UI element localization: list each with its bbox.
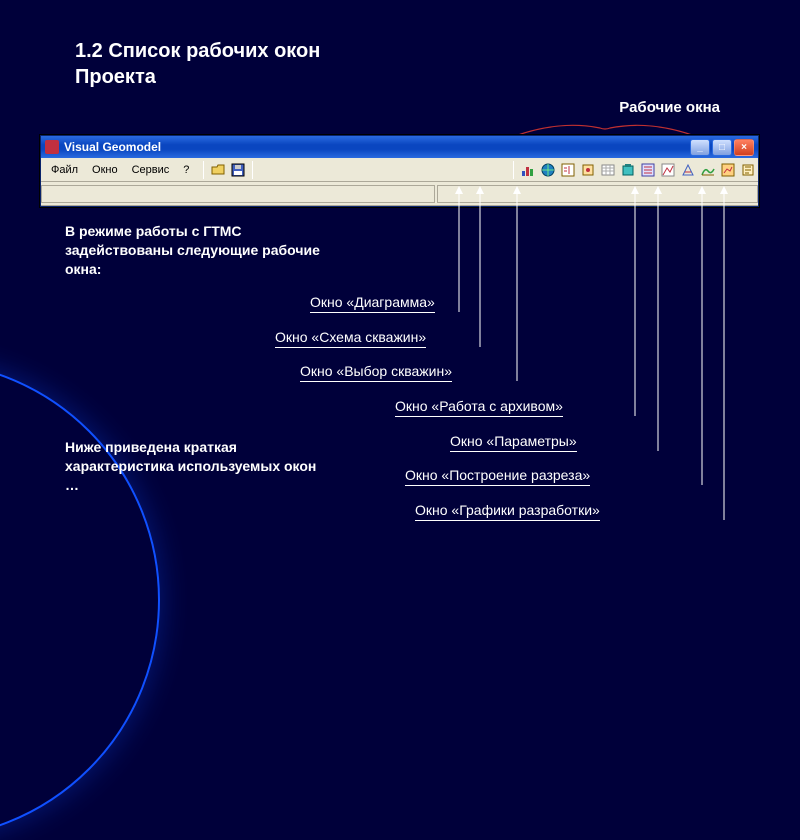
statusbar bbox=[41, 182, 758, 206]
callout-label: Окно «Параметры» bbox=[450, 433, 577, 449]
well-scheme-window-icon[interactable] bbox=[539, 161, 557, 179]
callout-dev-charts: Окно «Графики разработки» bbox=[415, 502, 600, 518]
callout-diagram: Окно «Диаграмма» bbox=[310, 294, 435, 310]
menu-help[interactable]: ? bbox=[177, 162, 195, 178]
app-icon bbox=[45, 140, 59, 154]
callout-label: Окно «Графики разработки» bbox=[415, 502, 600, 518]
status-segment-2 bbox=[437, 185, 758, 203]
menu-file[interactable]: Файл bbox=[45, 162, 84, 178]
callout-label: Окно «Схема скважин» bbox=[275, 329, 426, 345]
tool-icon-5[interactable] bbox=[599, 161, 617, 179]
description-2: Ниже приведена краткая характеристика ис… bbox=[65, 438, 325, 495]
label-working-windows: Рабочие окна bbox=[619, 99, 720, 116]
description-1: В режиме работы с ГТМС задействованы сле… bbox=[65, 222, 345, 279]
save-icon[interactable] bbox=[229, 161, 247, 179]
menu-service[interactable]: Сервис bbox=[126, 162, 176, 178]
separator bbox=[203, 161, 204, 179]
callout-section: Окно «Построение разреза» bbox=[405, 467, 590, 483]
separator bbox=[513, 161, 514, 179]
callout-label: Окно «Диаграмма» bbox=[310, 294, 435, 310]
maximize-button[interactable]: □ bbox=[712, 139, 732, 156]
brace-indicator bbox=[515, 118, 695, 136]
parameters-window-icon[interactable] bbox=[639, 161, 657, 179]
close-button[interactable]: × bbox=[734, 139, 754, 156]
callout-archive: Окно «Работа с архивом» bbox=[395, 398, 563, 414]
callout-label: Окно «Построение разреза» bbox=[405, 467, 590, 483]
titlebar: Visual Geomodel _ □ × bbox=[41, 136, 758, 158]
status-segment-1 bbox=[41, 185, 435, 203]
menu-window[interactable]: Окно bbox=[86, 162, 124, 178]
minimize-button[interactable]: _ bbox=[690, 139, 710, 156]
app-title: Visual Geomodel bbox=[64, 140, 688, 154]
open-icon[interactable] bbox=[209, 161, 227, 179]
app-window: Visual Geomodel _ □ × Файл Окно Сервис ? bbox=[40, 135, 759, 207]
callout-label: Окно «Выбор скважин» bbox=[300, 363, 452, 379]
slide-heading: 1.2 Список рабочих окон Проекта bbox=[75, 38, 395, 90]
archive-window-icon[interactable] bbox=[619, 161, 637, 179]
tool-icon-12[interactable] bbox=[739, 161, 757, 179]
toolbar: Файл Окно Сервис ? bbox=[41, 158, 758, 182]
tool-icon-8[interactable] bbox=[659, 161, 677, 179]
callout-well-select: Окно «Выбор скважин» bbox=[300, 363, 452, 379]
well-select-window-icon[interactable] bbox=[559, 161, 577, 179]
section-window-icon[interactable] bbox=[699, 161, 717, 179]
diagram-window-icon[interactable] bbox=[519, 161, 537, 179]
tool-icon-4[interactable] bbox=[579, 161, 597, 179]
tool-icon-9[interactable] bbox=[679, 161, 697, 179]
callout-label: Окно «Работа с архивом» bbox=[395, 398, 563, 414]
separator bbox=[252, 161, 253, 179]
callout-well-scheme: Окно «Схема скважин» bbox=[275, 329, 426, 345]
dev-charts-window-icon[interactable] bbox=[719, 161, 737, 179]
callout-parameters: Окно «Параметры» bbox=[450, 433, 577, 449]
decorative-arc bbox=[0, 360, 160, 840]
